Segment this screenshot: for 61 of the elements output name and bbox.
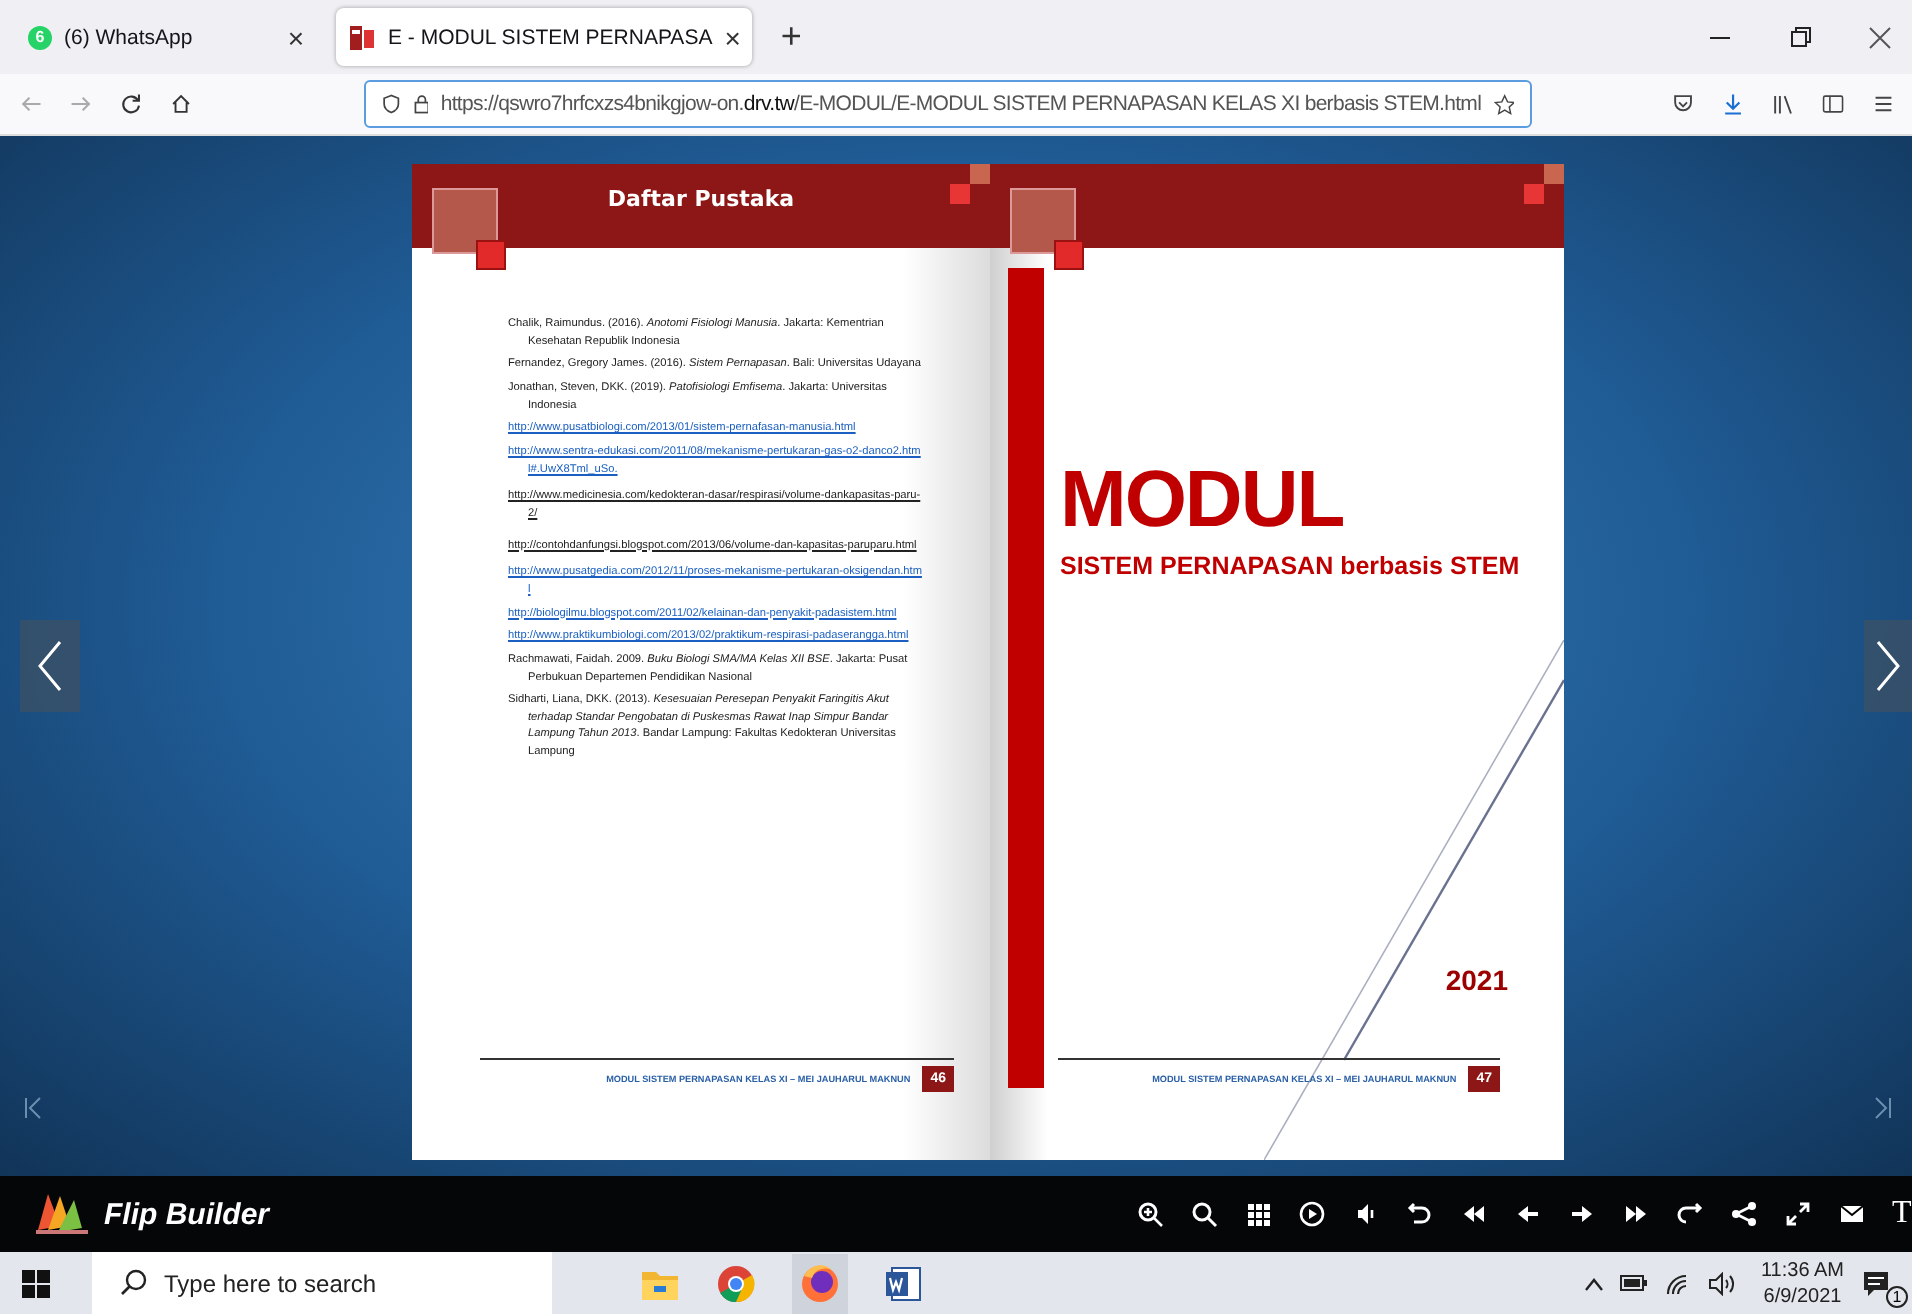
redo-icon[interactable]	[1676, 1200, 1704, 1228]
lock-icon	[413, 90, 429, 118]
cover-year: 2021	[1445, 964, 1508, 996]
zoom-in-icon[interactable]	[1136, 1200, 1164, 1228]
chevron-left-icon	[34, 638, 66, 694]
sidebar-icon[interactable]	[1822, 90, 1845, 118]
mail-icon[interactable]	[1838, 1200, 1866, 1228]
library-icon[interactable]	[1772, 90, 1795, 118]
flipbuilder-logo-icon	[32, 1190, 92, 1238]
tab-title: (6) WhatsApp	[64, 25, 195, 49]
toolbar-button[interactable]: T	[1892, 1196, 1912, 1232]
undo-icon[interactable]	[1406, 1200, 1434, 1228]
tab-title: E - MODUL SISTEM PERNAPASA	[388, 25, 713, 49]
cover-subtitle: SISTEM PERNAPASAN berbasis STEM	[1060, 552, 1520, 580]
chevron-up-icon[interactable]	[1584, 1275, 1605, 1291]
corner-squares-drawing	[950, 164, 990, 204]
notification-badge: 1	[1886, 1285, 1908, 1307]
previous-page-button[interactable]	[20, 620, 80, 712]
page-heading: Daftar Pustaka	[607, 185, 795, 211]
notification-icon[interactable]	[1860, 1267, 1892, 1299]
address-bar[interactable]: https://qswro7hrfcxzs4bnikgjow-on.drv.tw/E-MODUL/E-MODUL SISTEM PERNAPASAN KELAS XI berbasis STEM.html	[364, 80, 1533, 128]
home-icon[interactable]	[170, 90, 193, 118]
star-icon[interactable]	[1493, 89, 1515, 119]
battery-icon[interactable]	[1620, 1274, 1649, 1292]
first-page-icon[interactable]	[1460, 1200, 1488, 1228]
browser-tab[interactable]: E - MODUL SISTEM PERNAPASA ×	[336, 8, 753, 66]
corner-squares-drawing	[1524, 164, 1564, 204]
new-tab-button[interactable]: +	[780, 16, 802, 58]
windows-start-icon[interactable]	[20, 1267, 52, 1299]
word-icon[interactable]	[884, 1263, 924, 1303]
download-icon[interactable]	[1722, 90, 1745, 118]
url-text: https://qswro7hrfcxzs4bnikgjow-on.drv.tw/E-MODUL/E-MODUL SISTEM PERNAPASAN KELAS XI berbasis STEM.html	[440, 92, 1482, 116]
chevron-right-icon	[1872, 638, 1904, 694]
last-page-icon[interactable]	[1622, 1200, 1650, 1228]
autoplay-icon[interactable]	[1298, 1200, 1326, 1228]
fullscreen-icon[interactable]	[1784, 1200, 1812, 1228]
clock-time[interactable]: 11:36 AM	[1760, 1257, 1844, 1283]
shield-icon	[382, 90, 402, 118]
close-tab-button[interactable]: ×	[724, 21, 741, 53]
speaker-icon[interactable]	[1708, 1271, 1737, 1295]
next-page-button[interactable]	[1864, 620, 1912, 712]
whatsapp-badge: 6	[28, 25, 52, 49]
cover-title: MODUL	[1060, 460, 1346, 540]
search-icon	[120, 1268, 148, 1296]
close-tab-button[interactable]: ×	[287, 21, 304, 53]
previous-page-icon[interactable]	[1514, 1200, 1542, 1228]
search-icon[interactable]	[1190, 1200, 1218, 1228]
corner-squares-drawing	[1010, 188, 1086, 272]
browser-tab[interactable]: 6 (6) WhatsApp ×	[16, 8, 316, 66]
thumbnails-icon[interactable]	[1244, 1200, 1272, 1228]
brand-name: Flip Builder	[104, 1197, 269, 1231]
next-page-icon[interactable]	[1568, 1200, 1596, 1228]
firefox-icon[interactable]	[792, 1253, 848, 1313]
share-icon[interactable]	[1730, 1200, 1758, 1228]
clock-date[interactable]: 6/9/2021	[1763, 1283, 1842, 1309]
chrome-icon[interactable]	[716, 1263, 756, 1303]
taskbar-search-field[interactable]: Type here to search	[92, 1252, 552, 1314]
reload-icon[interactable]	[120, 90, 143, 118]
close-icon[interactable]	[1868, 25, 1892, 49]
restore-icon[interactable]	[1788, 25, 1812, 49]
book-icon	[348, 23, 376, 51]
